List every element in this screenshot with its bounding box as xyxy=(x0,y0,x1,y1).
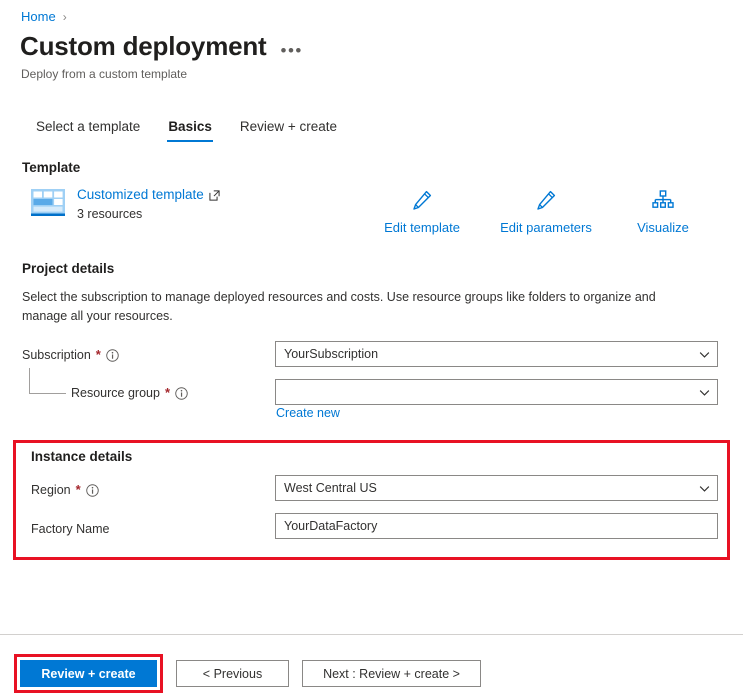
resource-group-dropdown[interactable] xyxy=(275,379,718,405)
subscription-required-marker: * xyxy=(95,347,101,362)
page-title: Custom deployment xyxy=(20,31,267,61)
region-required-marker: * xyxy=(75,482,81,497)
template-actions: Edit template Edit parameters Visualize xyxy=(360,184,718,235)
info-icon[interactable] xyxy=(106,348,119,362)
edit-template-button[interactable]: Edit template xyxy=(360,184,484,235)
template-summary: Customized template 3 resources xyxy=(30,186,220,223)
template-resource-count: 3 resources xyxy=(77,207,143,221)
page-header: Custom deployment ••• xyxy=(20,29,303,63)
region-label-group: Region * xyxy=(31,481,99,499)
breadcrumb-separator-icon: › xyxy=(62,10,67,24)
more-options-icon[interactable]: ••• xyxy=(281,34,303,59)
info-icon[interactable] xyxy=(85,483,99,497)
review-create-button[interactable]: Review + create xyxy=(20,660,157,687)
tab-basics[interactable]: Basics xyxy=(154,116,226,142)
customized-template-label: Customized template xyxy=(77,187,204,202)
page-subtitle: Deploy from a custom template xyxy=(21,67,188,81)
subscription-dropdown[interactable]: YourSubscription xyxy=(275,341,718,367)
next-review-create-button[interactable]: Next : Review + create > xyxy=(302,660,481,687)
project-details-heading: Project details xyxy=(22,261,115,276)
wizard-footer-buttons: Review + create < Previous Next : Review… xyxy=(14,654,481,693)
subscription-value: YourSubscription xyxy=(284,347,379,361)
template-section-heading: Template xyxy=(22,160,81,175)
custom-deployment-page: Home › Custom deployment ••• Deploy from… xyxy=(0,0,743,693)
subscription-label: Subscription xyxy=(22,348,91,362)
visualize-button[interactable]: Visualize xyxy=(608,184,718,235)
edit-parameters-label: Edit parameters xyxy=(500,220,592,235)
template-grid-icon xyxy=(31,189,65,216)
pencil-icon xyxy=(410,184,434,216)
region-value: West Central US xyxy=(284,481,377,495)
chevron-down-icon xyxy=(699,389,710,396)
tab-review-create[interactable]: Review + create xyxy=(226,116,351,142)
sitemap-icon xyxy=(651,184,675,216)
tab-select-a-template[interactable]: Select a template xyxy=(22,116,154,142)
region-dropdown[interactable]: West Central US xyxy=(275,475,718,501)
region-label: Region xyxy=(31,483,71,497)
resource-group-label: Resource group xyxy=(71,386,160,400)
resource-group-required-marker: * xyxy=(164,385,171,400)
review-create-highlight: Review + create xyxy=(14,654,163,693)
footer-divider xyxy=(0,634,743,635)
subscription-label-group: Subscription * xyxy=(22,346,119,364)
edit-parameters-button[interactable]: Edit parameters xyxy=(484,184,608,235)
pencil-icon xyxy=(534,184,558,216)
chevron-down-icon xyxy=(699,485,710,492)
project-details-description: Select the subscription to manage deploy… xyxy=(22,290,656,323)
factory-name-label: Factory Name xyxy=(31,522,110,536)
breadcrumb-home-link[interactable]: Home xyxy=(21,8,56,26)
previous-button[interactable]: < Previous xyxy=(176,660,289,687)
info-icon[interactable] xyxy=(175,386,188,400)
resource-group-label-group: Resource group * xyxy=(71,384,188,402)
create-new-resource-group-link[interactable]: Create new xyxy=(276,406,340,420)
visualize-label: Visualize xyxy=(637,220,689,235)
resource-group-tree-connector xyxy=(29,368,66,394)
factory-name-input[interactable]: YourDataFactory xyxy=(275,513,718,539)
wizard-tabs: Select a template Basics Review + create xyxy=(22,116,351,142)
edit-template-label: Edit template xyxy=(384,220,460,235)
factory-name-value: YourDataFactory xyxy=(284,519,378,533)
customized-template-link[interactable]: Customized template xyxy=(77,186,220,204)
breadcrumb: Home › xyxy=(21,8,67,26)
chevron-down-icon xyxy=(699,351,710,358)
factory-name-label-group: Factory Name xyxy=(31,520,110,538)
instance-details-heading: Instance details xyxy=(31,449,133,464)
external-link-icon xyxy=(209,189,220,201)
